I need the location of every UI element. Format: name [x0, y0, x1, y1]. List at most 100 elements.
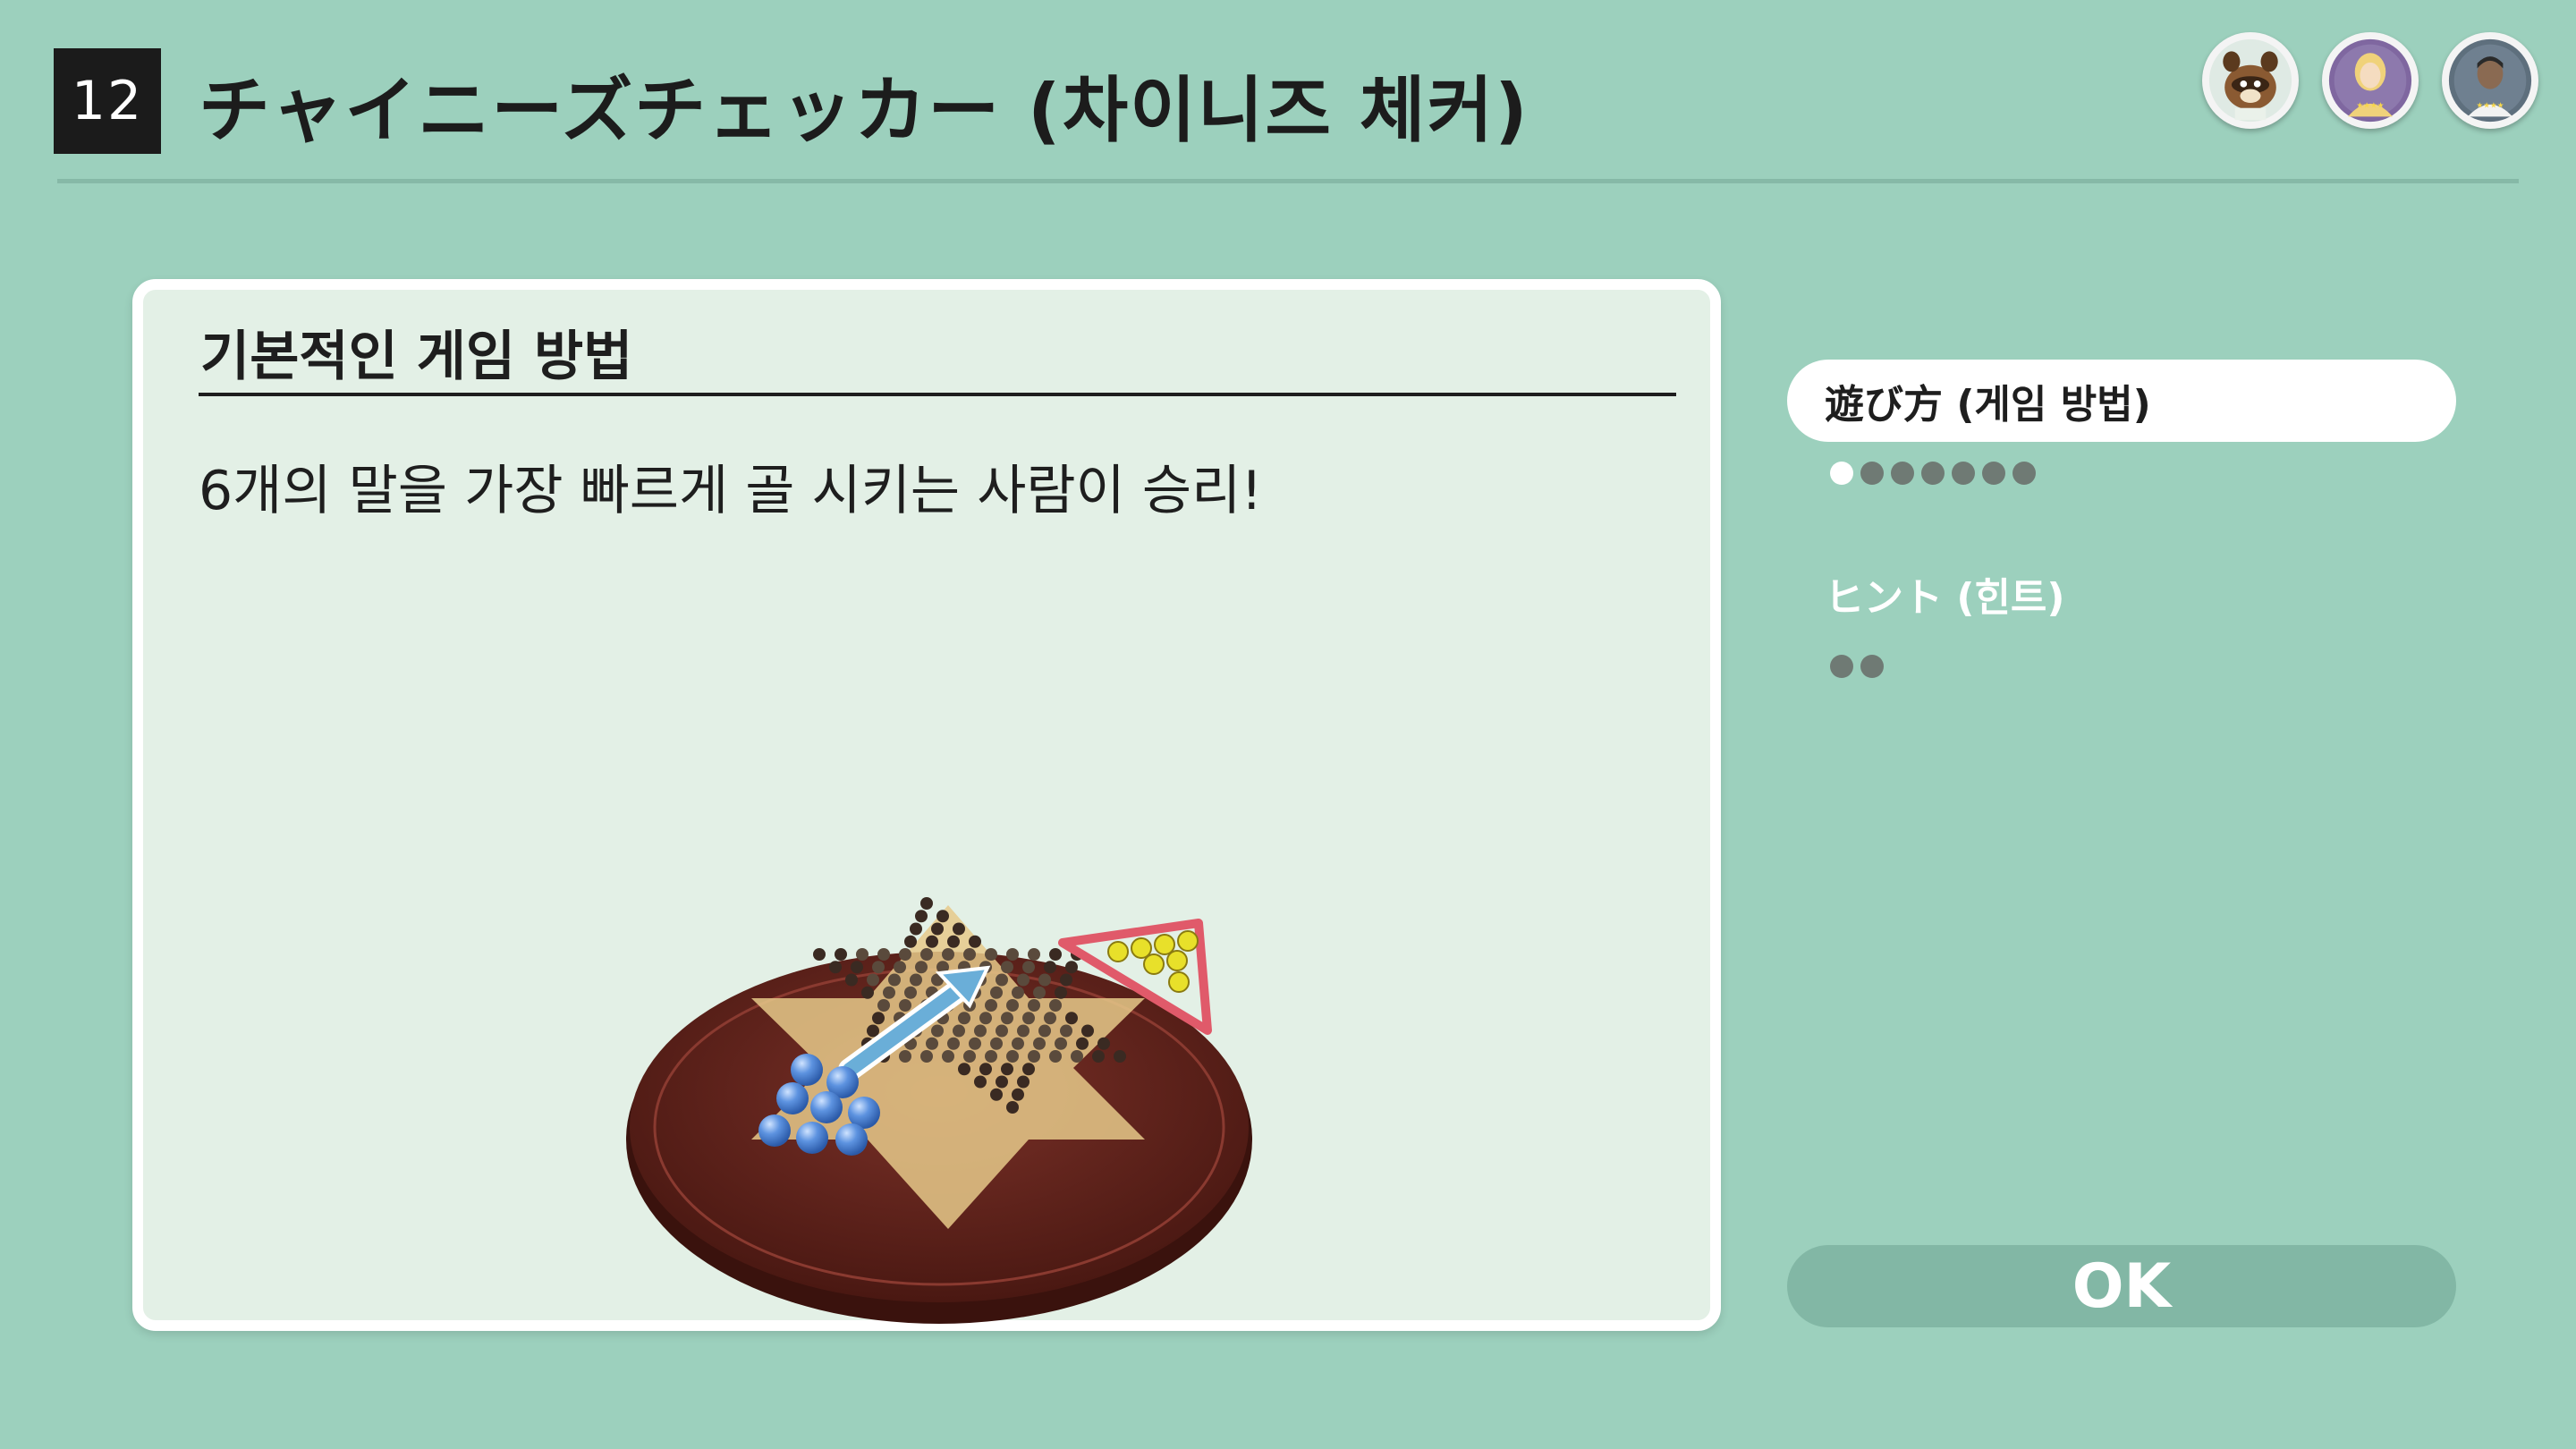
panel-divider	[199, 393, 1676, 396]
board-hole	[963, 1050, 976, 1063]
board-hole	[947, 935, 960, 948]
board-hole	[926, 1037, 938, 1050]
page-dot	[1830, 655, 1853, 678]
board-hole	[1022, 1012, 1035, 1025]
page-dot	[1891, 462, 1914, 485]
board-hole	[1006, 1050, 1019, 1063]
board-hole	[1071, 1050, 1083, 1063]
board-hole	[829, 961, 842, 974]
page-dot	[1921, 462, 1945, 485]
board-hole	[915, 961, 928, 974]
board-hole	[920, 1050, 933, 1063]
board-hole	[942, 948, 954, 961]
header-divider	[57, 179, 2519, 183]
board-hole	[1049, 1050, 1062, 1063]
svg-text:★★★★: ★★★★	[2477, 102, 2504, 111]
board-hole	[974, 1024, 987, 1038]
board-hole	[985, 1050, 997, 1063]
page-dot	[1860, 655, 1884, 678]
board-hole	[920, 948, 933, 961]
board-hole	[1097, 1037, 1110, 1050]
page-dot	[1860, 462, 1884, 485]
board-hole	[1049, 999, 1062, 1012]
tab-how-to-play[interactable]: 遊び方 (게임 방법)	[1787, 360, 2456, 442]
hints-page-indicator	[1830, 655, 1884, 678]
board-hole	[813, 948, 826, 961]
board-hole	[990, 1037, 1003, 1050]
raccoon-player-avatar[interactable]	[2202, 32, 2299, 129]
blonde-player-avatar[interactable]: ★★★★	[2322, 32, 2419, 129]
board-hole	[1022, 1063, 1035, 1076]
board-hole	[947, 1037, 960, 1050]
board-hole	[910, 922, 922, 936]
board-hole	[872, 961, 885, 974]
board-hole	[1001, 1012, 1013, 1025]
person-avatar-icon: ★★★★	[2328, 38, 2412, 123]
page-dot	[1952, 462, 1975, 485]
svg-text:★★★★: ★★★★	[2357, 102, 2385, 111]
board-hole	[1028, 1050, 1040, 1063]
board-hole	[888, 973, 901, 987]
board-hole	[1038, 1024, 1051, 1038]
board-hole	[920, 897, 933, 910]
tab-hints[interactable]: ヒント (힌트)	[1825, 565, 2065, 623]
page-dot	[2012, 462, 2036, 485]
board-hole	[931, 922, 944, 936]
board-hole	[1006, 1101, 1019, 1114]
board-hole	[1001, 1063, 1013, 1076]
board-hole	[926, 935, 938, 948]
board-hole	[974, 1075, 987, 1089]
raccoon-avatar-icon	[2208, 38, 2292, 123]
board-hole	[1017, 1024, 1030, 1038]
board-hole	[969, 935, 981, 948]
board-hole	[1044, 1012, 1056, 1025]
board-hole	[867, 973, 879, 987]
board-hole	[1033, 1037, 1046, 1050]
board-hole	[910, 973, 922, 987]
board-hole	[1081, 1024, 1094, 1038]
board-hole	[979, 1063, 992, 1076]
board-hole	[915, 910, 928, 923]
board-hole	[883, 986, 895, 999]
board-hole	[1006, 999, 1019, 1012]
chinese-checkers-board-illustration	[626, 897, 1252, 1324]
board-hole	[899, 948, 911, 961]
board-hole	[931, 1024, 944, 1038]
board-hole	[877, 999, 890, 1012]
board-hole	[958, 1063, 970, 1076]
board-hole	[856, 948, 869, 961]
board-hole	[985, 999, 997, 1012]
board-hole	[1065, 1012, 1078, 1025]
board-hole	[996, 1075, 1008, 1089]
panel-heading: 기본적인 게임 방법	[200, 326, 633, 388]
board-hole	[936, 910, 949, 923]
board-hole	[899, 1050, 911, 1063]
board-hole	[904, 935, 917, 948]
board-hole	[990, 1088, 1003, 1101]
board-hole	[953, 1024, 965, 1038]
board-hole	[904, 986, 917, 999]
person-avatar-icon: ★★★★	[2448, 38, 2532, 123]
header: 12 チャイニーズチェッカー (차이니즈 체커) ★★★★ ★★★★	[0, 0, 2576, 188]
board-hole	[851, 961, 863, 974]
board-hole	[996, 1024, 1008, 1038]
game-number-badge: 12	[54, 48, 161, 154]
board-hole	[1092, 1050, 1105, 1063]
player-list: ★★★★ ★★★★	[2202, 32, 2538, 129]
instruction-text: 6개의 말을 가장 빠르게 골 시키는 사람이 승리!	[199, 460, 1263, 522]
board-hole	[899, 999, 911, 1012]
board-hole	[872, 1012, 885, 1025]
board-hole	[1017, 1075, 1030, 1089]
board-hole	[894, 961, 906, 974]
board-hole	[969, 1037, 981, 1050]
board-hole	[1076, 1037, 1089, 1050]
board-hole	[953, 922, 965, 936]
board-hole	[861, 986, 874, 999]
board-hole	[1012, 1088, 1024, 1101]
board-hole	[1060, 1024, 1072, 1038]
how-to-play-page-indicator	[1830, 462, 2036, 485]
page-title: チャイニーズチェッカー (차이니즈 체커)	[199, 69, 1530, 152]
dark-hair-player-avatar[interactable]: ★★★★	[2442, 32, 2538, 129]
ok-button[interactable]: OK	[1787, 1245, 2456, 1327]
board-hole	[958, 1012, 970, 1025]
